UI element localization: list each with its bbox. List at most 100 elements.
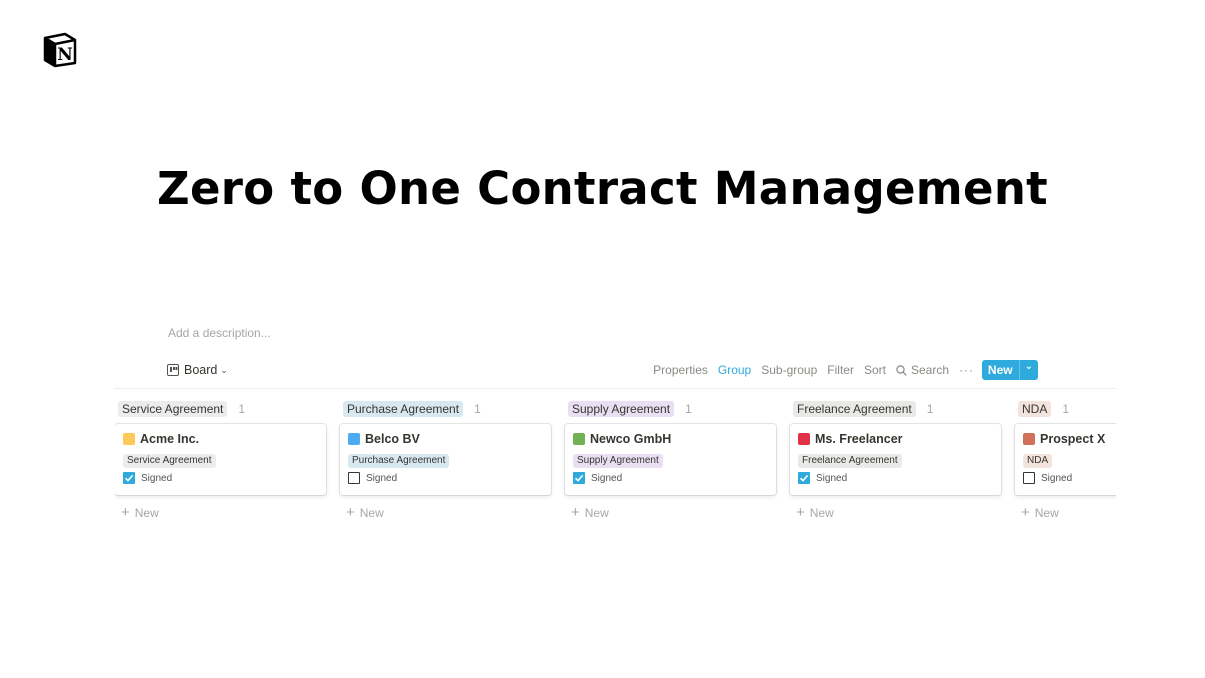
group-label: Freelance Agreement — [793, 401, 916, 417]
database-toolbar: Board ⌄ Properties Group Sub-group Filte… — [114, 360, 1116, 389]
card-title: Acme Inc. — [140, 432, 200, 446]
contract-type-tag: Service Agreement — [123, 454, 216, 468]
add-new-card-button[interactable]: + New — [796, 504, 1001, 521]
board-view-icon — [167, 364, 179, 376]
signed-label: Signed — [591, 472, 623, 484]
add-new-label: New — [1034, 506, 1059, 520]
board-column: Service Agreement 1 Acme Inc. Service Ag… — [115, 400, 326, 520]
contract-type-tag: Supply Agreement — [573, 454, 663, 468]
board-column: Purchase Agreement 1 Belco BV Purchase A… — [340, 400, 551, 520]
contract-type-tag: Freelance Agreement — [798, 454, 902, 468]
checkmark-icon — [124, 474, 134, 482]
signed-property: Signed — [798, 472, 993, 484]
board-card[interactable]: Ms. Freelancer Freelance Agreement Signe… — [790, 424, 1001, 495]
more-options-button[interactable]: ··· — [959, 363, 974, 377]
checkmark-icon — [799, 474, 809, 482]
add-new-card-button[interactable]: + New — [571, 504, 776, 521]
contract-type-tag: NDA — [1023, 454, 1053, 468]
contract-type-tag: Purchase Agreement — [348, 454, 450, 468]
search-button[interactable]: Search — [896, 363, 949, 377]
add-new-label: New — [359, 506, 384, 520]
group-label: NDA — [1018, 401, 1052, 417]
page-title: Zero to One Contract Management — [157, 162, 1048, 215]
card-title: Prospect X — [1040, 432, 1106, 446]
plus-icon: + — [571, 504, 580, 521]
add-new-label: New — [809, 506, 834, 520]
toolbar-actions: Properties Group Sub-group Filter Sort S… — [653, 363, 974, 377]
board-column: Freelance Agreement 1 Ms. Freelancer Fre… — [790, 400, 1001, 520]
board-column: Supply Agreement 1 Newco GmbH Supply Agr… — [565, 400, 776, 520]
group-button[interactable]: Group — [718, 363, 751, 377]
board-card[interactable]: Acme Inc. Service Agreement Signed — [115, 424, 326, 495]
signed-checkbox-unchecked[interactable] — [1023, 472, 1035, 484]
column-header[interactable]: Freelance Agreement 1 — [793, 400, 1001, 418]
checkmark-icon — [574, 474, 584, 482]
page-icon — [798, 433, 810, 445]
signed-checkbox-checked[interactable] — [798, 472, 810, 484]
page-icon — [1023, 433, 1035, 445]
search-label: Search — [910, 363, 949, 377]
signed-checkbox-checked[interactable] — [123, 472, 135, 484]
subgroup-button[interactable]: Sub-group — [761, 363, 817, 377]
new-button[interactable]: New — [982, 360, 1020, 380]
card-title: Newco GmbH — [590, 432, 672, 446]
page-icon — [123, 433, 135, 445]
plus-icon: + — [1021, 504, 1030, 521]
card-title-row: Prospect X — [1023, 432, 1116, 446]
group-count: 1 — [238, 402, 246, 416]
card-title: Ms. Freelancer — [815, 432, 903, 446]
sort-button[interactable]: Sort — [864, 363, 886, 377]
board: Service Agreement 1 Acme Inc. Service Ag… — [115, 400, 1116, 530]
group-label: Supply Agreement — [568, 401, 675, 417]
search-icon — [896, 364, 907, 376]
board-card[interactable]: Newco GmbH Supply Agreement Signed — [565, 424, 776, 495]
new-dropdown-chevron-icon[interactable]: ⌄ — [1020, 360, 1038, 380]
board-card[interactable]: Belco BV Purchase Agreement Signed — [340, 424, 551, 495]
add-new-card-button[interactable]: + New — [121, 504, 326, 521]
page-icon — [573, 433, 585, 445]
signed-label: Signed — [1041, 472, 1073, 484]
column-header[interactable]: NDA 1 — [1018, 400, 1116, 418]
card-title-row: Belco BV — [348, 432, 543, 446]
add-new-label: New — [584, 506, 609, 520]
group-count: 1 — [685, 402, 692, 416]
column-header[interactable]: Purchase Agreement 1 — [343, 400, 551, 418]
group-count: 1 — [474, 402, 481, 416]
card-title-row: Acme Inc. — [123, 432, 318, 446]
signed-property: Signed — [348, 472, 543, 484]
chevron-down-icon: ⌄ — [220, 364, 228, 375]
view-label: Board — [184, 363, 218, 377]
signed-property: Signed — [573, 472, 768, 484]
view-switcher[interactable]: Board ⌄ — [167, 363, 228, 377]
new-button-group: New ⌄ — [981, 360, 1038, 380]
signed-property: Signed — [123, 472, 318, 484]
group-label: Service Agreement — [118, 401, 228, 417]
signed-checkbox-unchecked[interactable] — [348, 472, 360, 484]
card-title-row: Ms. Freelancer — [798, 432, 993, 446]
plus-icon: + — [346, 504, 355, 521]
board-card[interactable]: Prospect X NDA Signed — [1015, 424, 1116, 495]
card-title-row: Newco GmbH — [573, 432, 768, 446]
column-header[interactable]: Supply Agreement 1 — [568, 400, 776, 418]
group-count: 1 — [1062, 402, 1070, 416]
signed-checkbox-checked[interactable] — [573, 472, 585, 484]
card-title: Belco BV — [365, 432, 420, 446]
group-label: Purchase Agreement — [343, 401, 464, 417]
plus-icon: + — [796, 504, 805, 521]
description-placeholder[interactable]: Add a description... — [168, 326, 271, 340]
add-new-card-button[interactable]: + New — [1021, 504, 1116, 521]
svg-text:N: N — [57, 45, 73, 65]
plus-icon: + — [121, 504, 130, 521]
signed-label: Signed — [366, 472, 398, 484]
signed-label: Signed — [141, 472, 173, 484]
signed-property: Signed — [1023, 472, 1116, 484]
notion-logo-icon: N — [41, 30, 79, 68]
add-new-label: New — [134, 506, 159, 520]
properties-button[interactable]: Properties — [653, 363, 708, 377]
add-new-card-button[interactable]: + New — [346, 504, 551, 521]
column-header[interactable]: Service Agreement 1 — [118, 400, 326, 418]
board-column: NDA 1 Prospect X NDA Signed + New — [1015, 400, 1116, 520]
page-icon — [348, 433, 360, 445]
filter-button[interactable]: Filter — [827, 363, 854, 377]
signed-label: Signed — [816, 472, 848, 484]
